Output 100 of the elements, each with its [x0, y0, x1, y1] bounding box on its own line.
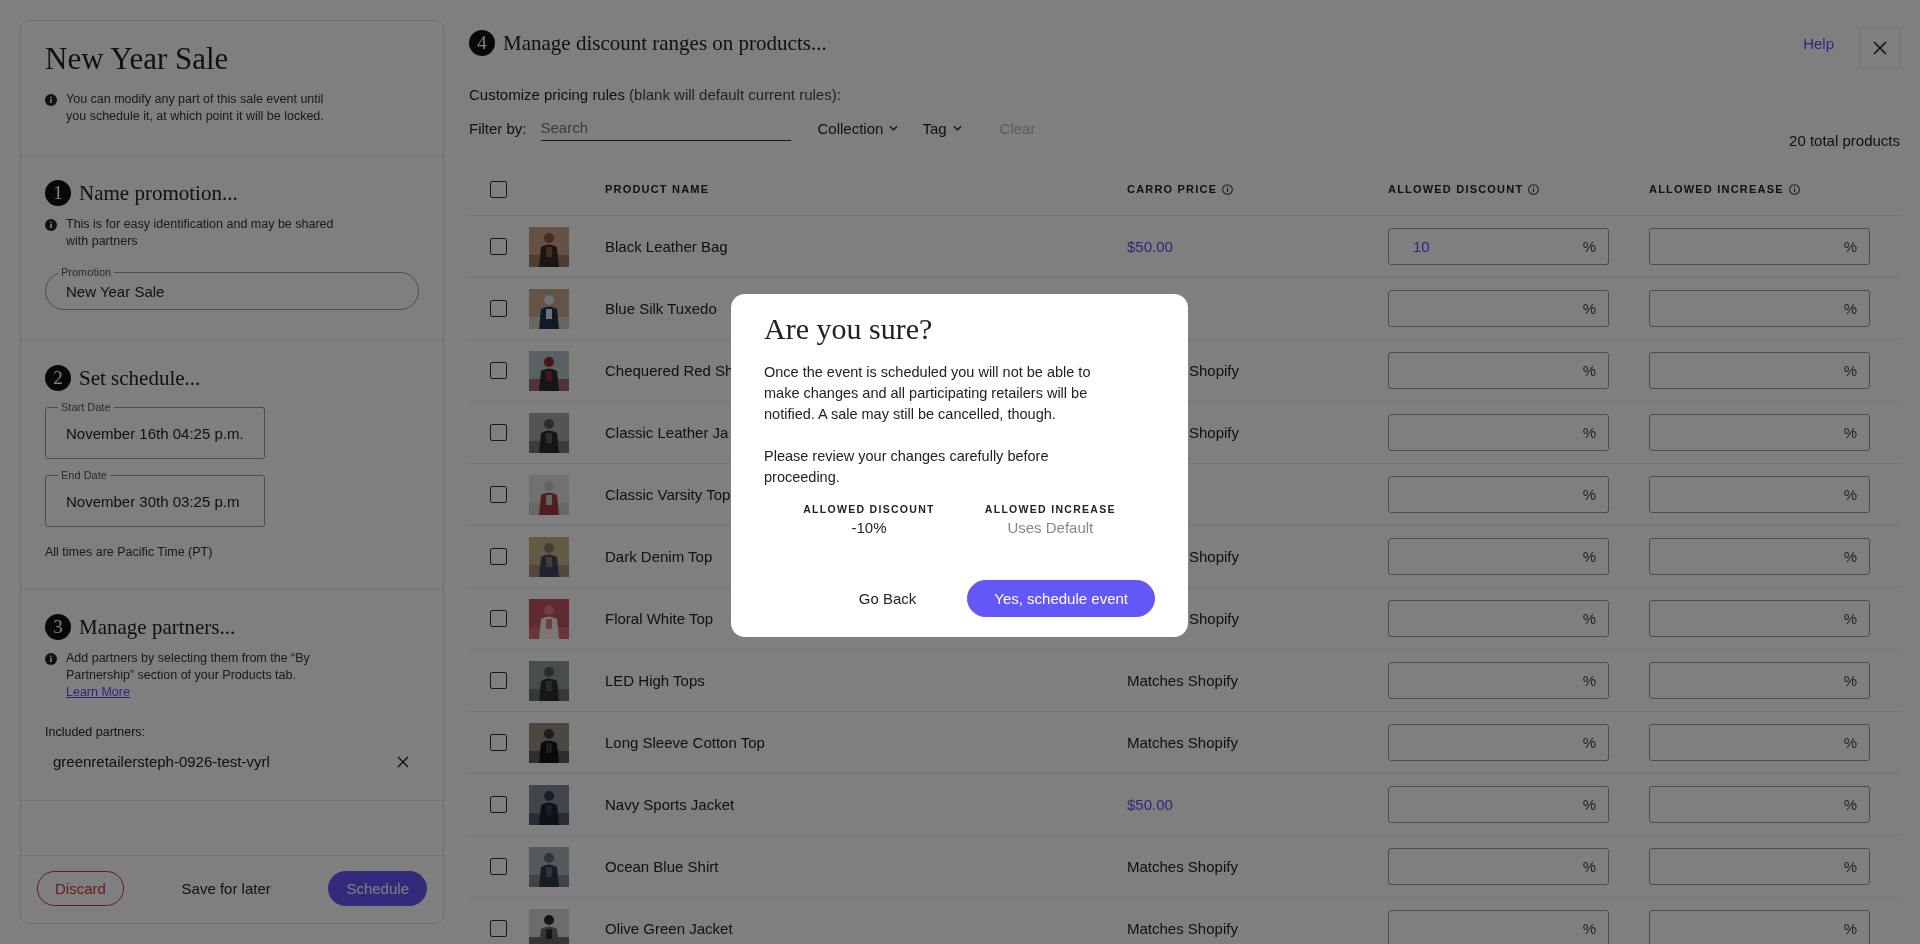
- section-heading: Set schedule...: [79, 365, 201, 391]
- increase-field[interactable]: %: [1649, 848, 1870, 885]
- caret-icon: [952, 125, 962, 131]
- carro-price: Matches Shopify: [1127, 919, 1238, 937]
- column-header[interactable]: CARRO PRICE: [1127, 183, 1218, 195]
- discount-field[interactable]: %: [1388, 476, 1609, 513]
- note-text: Add partners by selecting them from the “By Partnership” section of your Products tab. Learn More: [66, 650, 311, 701]
- carro-price: Shopify: [1189, 361, 1240, 379]
- discount-field[interactable]: %: [1388, 662, 1609, 699]
- search-field[interactable]: Search: [540, 115, 791, 141]
- increase-field[interactable]: %: [1649, 662, 1870, 699]
- product-name: Classic Leather Ja: [605, 424, 729, 441]
- remove-icon[interactable]: [397, 755, 409, 768]
- discount-field[interactable]: 10 %: [1388, 228, 1609, 265]
- increase-field[interactable]: %: [1649, 538, 1870, 575]
- sale-title: New Year Sale: [45, 41, 230, 77]
- note-text: This is for easy identification and may be shared with partners: [66, 216, 335, 250]
- carro-price: Matches Shopify: [1127, 733, 1238, 751]
- close-icon: [1873, 41, 1887, 55]
- product-name: LED High Tops: [605, 672, 705, 689]
- carro-price: Shopify: [1189, 547, 1240, 565]
- dialog-button[interactable]: Go Back: [831, 580, 944, 617]
- product-name: Long Sleeve Cotton Top: [605, 734, 765, 751]
- dialog-text: Once the event is scheduled you will not be able to make changes and all participating retailers will be notified. A sale may still be cancelled, though.: [764, 363, 1092, 424]
- info-icon: [45, 94, 57, 106]
- increase-field[interactable]: %: [1649, 910, 1870, 944]
- discount-field[interactable]: %: [1388, 538, 1609, 575]
- carro-price: Matches Shopify: [1127, 671, 1238, 689]
- row-checkbox[interactable]: [490, 858, 507, 875]
- product-name: Classic Varsity Top: [605, 486, 731, 503]
- filter-label: Filter by:: [469, 119, 527, 137]
- carro-price: Shopify: [1189, 609, 1240, 627]
- row-checkbox[interactable]: [490, 300, 507, 317]
- product-name: Olive Green Jacket: [605, 920, 733, 937]
- dialog-text: Please review your changes carefully before proceeding.: [764, 447, 1050, 487]
- info-icon: [45, 653, 57, 665]
- timezone-note: All times are Pacific Time (PT): [45, 545, 214, 559]
- discount-field[interactable]: %: [1388, 290, 1609, 327]
- row-checkbox[interactable]: [490, 734, 507, 751]
- row-checkbox[interactable]: [490, 920, 507, 937]
- increase-field[interactable]: %: [1649, 228, 1870, 265]
- partner-name: greenretailersteph-0926-test-vyrl: [53, 753, 270, 770]
- learn-more-link[interactable]: Learn More: [66, 685, 130, 699]
- step-number: 1: [45, 180, 71, 206]
- filter-dropdown[interactable]: Tag: [922, 119, 962, 137]
- product-name: Navy Sports Jacket: [605, 796, 735, 813]
- increase-field[interactable]: %: [1649, 724, 1870, 761]
- dialog-button[interactable]: Yes, schedule event: [967, 580, 1155, 617]
- notice-text: You can modify any part of this sale event until you schedule it, at which point it will be locked.: [66, 91, 325, 125]
- row-checkbox[interactable]: [490, 610, 507, 627]
- increase-field[interactable]: %: [1649, 414, 1870, 451]
- action-button[interactable]: Discard: [37, 871, 124, 906]
- section-heading: Manage discount ranges on products...: [503, 30, 827, 56]
- discount-field[interactable]: %: [1388, 414, 1609, 451]
- close-button[interactable]: [1860, 27, 1900, 69]
- row-checkbox[interactable]: [490, 486, 507, 503]
- column-header[interactable]: ALLOWED INCREASE: [1649, 183, 1784, 195]
- info-icon: [45, 219, 57, 231]
- partners-label: Included partners:: [45, 725, 147, 739]
- increase-field[interactable]: %: [1649, 786, 1870, 823]
- discount-field[interactable]: %: [1388, 786, 1609, 823]
- section-heading: Manage partners...: [79, 614, 236, 640]
- help-link[interactable]: Help: [1803, 34, 1834, 52]
- row-checkbox[interactable]: [490, 796, 507, 813]
- increase-field[interactable]: %: [1649, 352, 1870, 389]
- discount-field[interactable]: %: [1388, 352, 1609, 389]
- product-count: 20 total products: [1789, 132, 1900, 149]
- carro-price: Shopify: [1189, 423, 1240, 441]
- select-all-checkbox[interactable]: [490, 180, 507, 198]
- step-number: 3: [45, 614, 71, 640]
- discount-field[interactable]: %: [1388, 910, 1609, 944]
- product-name: Floral White Top: [605, 610, 714, 627]
- dialog-title: Are you sure?: [764, 312, 934, 346]
- product-name: Dark Denim Top: [605, 548, 713, 565]
- increase-field[interactable]: %: [1649, 290, 1870, 327]
- product-name: Black Leather Bag: [605, 238, 728, 255]
- column-header[interactable]: ALLOWED DISCOUNT: [1388, 183, 1524, 195]
- discount-field[interactable]: %: [1388, 600, 1609, 637]
- row-checkbox[interactable]: [490, 424, 507, 441]
- row-checkbox[interactable]: [490, 548, 507, 565]
- carro-price: $50.00: [1127, 237, 1173, 255]
- filter-dropdown[interactable]: Collection: [817, 119, 899, 137]
- action-button[interactable]: Schedule: [328, 871, 427, 906]
- product-name: Blue Silk Tuxedo: [605, 300, 717, 317]
- column-header[interactable]: PRODUCT NAME: [605, 183, 710, 195]
- step-number: 4: [469, 30, 495, 56]
- discount-field[interactable]: %: [1388, 848, 1609, 885]
- increase-field[interactable]: %: [1649, 600, 1870, 637]
- step-number: 2: [45, 365, 71, 391]
- action-button[interactable]: Save for later: [163, 871, 289, 906]
- pricing-rules-text: Customize pricing rules (blank will default current rules):: [469, 86, 842, 103]
- stat-value: -10%: [851, 519, 887, 536]
- row-checkbox[interactable]: [490, 362, 507, 379]
- discount-field[interactable]: %: [1388, 724, 1609, 761]
- caret-icon: [889, 125, 899, 131]
- row-checkbox[interactable]: [490, 672, 507, 689]
- carro-price: Matches Shopify: [1127, 857, 1238, 875]
- product-name: Ocean Blue Shirt: [605, 858, 719, 875]
- increase-field[interactable]: %: [1649, 476, 1870, 513]
- row-checkbox[interactable]: [490, 238, 507, 255]
